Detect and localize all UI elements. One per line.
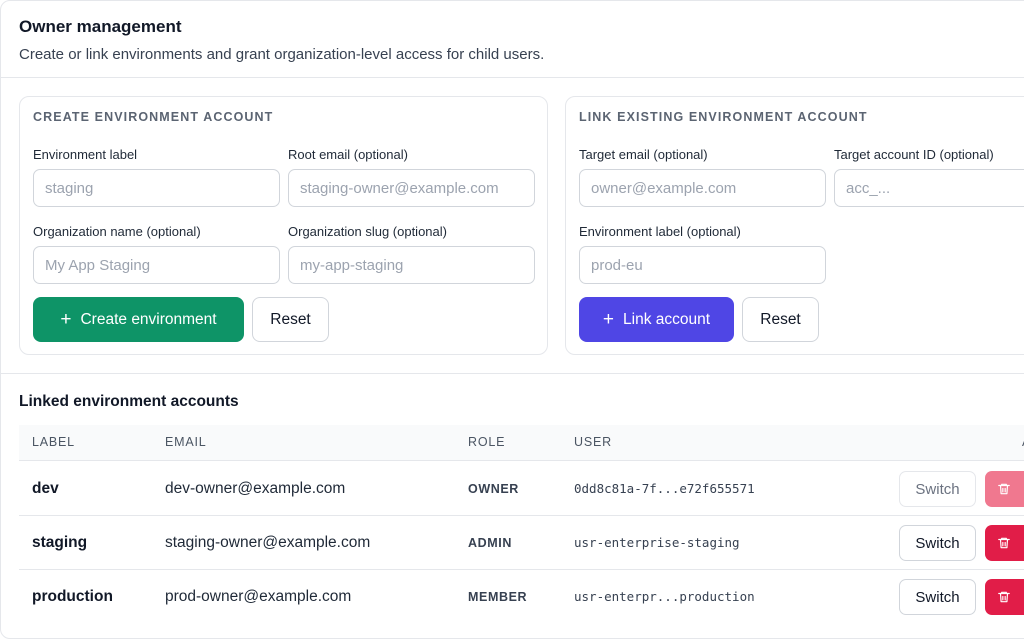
column-header-email: EMAIL — [165, 435, 207, 449]
switch-button-label: Switch — [915, 480, 960, 498]
page-title: Owner management — [19, 17, 182, 36]
linked-accounts-title: Linked environment accounts — [19, 393, 239, 410]
row-label: dev — [32, 480, 59, 497]
row-role: ADMIN — [468, 536, 512, 550]
switch-button[interactable]: Switch — [899, 579, 976, 615]
header-divider — [1, 77, 1024, 78]
column-header-label: LABEL — [32, 435, 75, 449]
target-account-id-input[interactable] — [834, 169, 1024, 207]
link-account-button-label: Link account — [623, 310, 711, 328]
row-email: prod-owner@example.com — [165, 588, 352, 605]
organization-name-input[interactable] — [33, 246, 280, 284]
create-card-title: CREATE ENVIRONMENT ACCOUNT — [33, 110, 274, 124]
link-environment-label-input[interactable] — [579, 246, 826, 284]
create-environment-button[interactable]: + Create environment — [33, 297, 244, 342]
row-role: OWNER — [468, 482, 519, 496]
link-reset-button-label: Reset — [760, 310, 801, 328]
table-row: dev dev-owner@example.com OWNER 0dd8c81a… — [19, 461, 1024, 516]
environment-label-label: Environment label — [33, 147, 138, 162]
table-row: staging staging-owner@example.com ADMIN … — [19, 515, 1024, 570]
row-user: usr-enterpr...production — [574, 589, 755, 604]
link-reset-button[interactable]: Reset — [742, 297, 819, 342]
trash-icon — [998, 483, 1010, 495]
organization-slug-label: Organization slug (optional) — [288, 224, 447, 239]
panel-header: Owner management Create or link environm… — [19, 17, 544, 63]
target-account-id-label: Target account ID (optional) — [834, 147, 994, 162]
page-subtitle: Create or link environments and grant or… — [19, 46, 545, 63]
link-environment-card: LINK EXISTING ENVIRONMENT ACCOUNT Target… — [565, 96, 1024, 355]
environment-label-input[interactable] — [33, 169, 280, 207]
link-account-button[interactable]: + Link account — [579, 297, 734, 342]
column-header-user: USER — [574, 435, 612, 449]
row-label: production — [32, 588, 113, 605]
plus-icon: + — [60, 309, 72, 330]
switch-button-label: Switch — [915, 534, 960, 552]
row-label: staging — [32, 534, 88, 551]
switch-button-label: Switch — [915, 588, 960, 606]
row-user: usr-enterprise-staging — [574, 535, 740, 550]
delete-button[interactable] — [985, 525, 1024, 561]
switch-button[interactable]: Switch — [899, 471, 976, 507]
create-reset-button-label: Reset — [270, 310, 311, 328]
link-card-title: LINK EXISTING ENVIRONMENT ACCOUNT — [579, 110, 868, 124]
organization-slug-input[interactable] — [288, 246, 535, 284]
plus-icon: + — [602, 309, 615, 330]
link-environment-label-label: Environment label (optional) — [579, 224, 741, 239]
row-role: MEMBER — [468, 590, 528, 604]
column-header-role: ROLE — [468, 435, 506, 449]
delete-button[interactable] — [985, 471, 1024, 507]
target-email-label: Target email (optional) — [579, 147, 708, 162]
switch-button[interactable]: Switch — [899, 525, 976, 561]
section-divider — [1, 373, 1024, 374]
row-user: 0dd8c81a-7f...e72f655571 — [574, 481, 755, 496]
organization-name-label: Organization name (optional) — [33, 224, 201, 239]
root-email-label: Root email (optional) — [288, 147, 408, 162]
trash-icon — [998, 591, 1010, 603]
delete-button[interactable] — [985, 579, 1024, 615]
table-row: production prod-owner@example.com MEMBER… — [19, 569, 1024, 623]
owner-management-panel: Owner management Create or link environm… — [0, 0, 1024, 639]
target-email-input[interactable] — [579, 169, 826, 207]
create-reset-button[interactable]: Reset — [252, 297, 329, 342]
row-email: dev-owner@example.com — [165, 480, 346, 497]
root-email-input[interactable] — [288, 169, 535, 207]
trash-icon — [998, 537, 1010, 549]
table-header: LABEL EMAIL ROLE USER A — [19, 425, 1024, 461]
row-email: staging-owner@example.com — [165, 534, 371, 551]
create-environment-button-label: Create environment — [80, 310, 217, 328]
create-environment-card: CREATE ENVIRONMENT ACCOUNT Environment l… — [19, 96, 548, 355]
